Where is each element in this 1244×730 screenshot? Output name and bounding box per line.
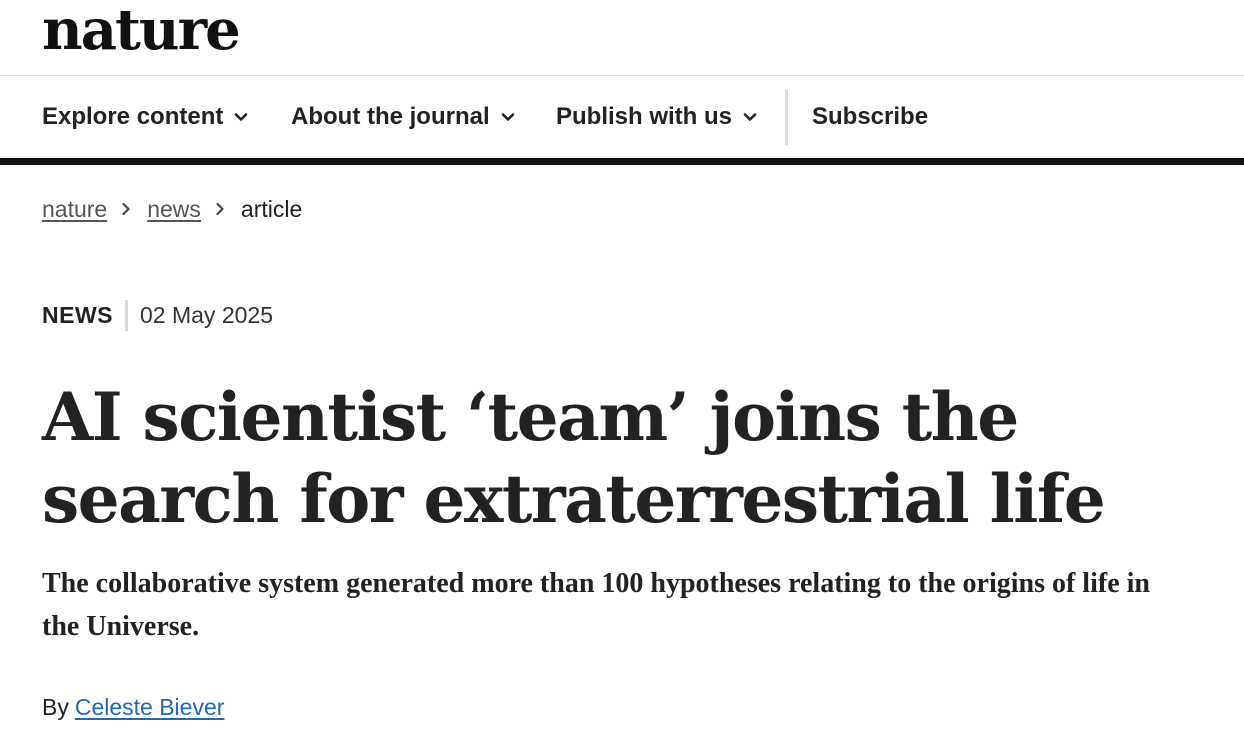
author-link[interactable]: Celeste Biever — [75, 694, 225, 720]
article-byline: By Celeste Biever — [42, 694, 224, 721]
nature-logo[interactable]: nature — [42, 2, 241, 58]
nav-about-journal[interactable]: About the journal — [291, 76, 516, 158]
chevron-right-icon — [122, 202, 130, 216]
article-type: NEWS — [42, 301, 113, 328]
article-title: AI scientist ‘team’ joins the search for… — [42, 378, 1106, 538]
article-standfirst: The collaborative system generated more … — [42, 568, 1150, 642]
chevron-down-icon — [501, 113, 514, 121]
chevron-right-icon — [216, 202, 224, 216]
site-header: nature — [0, 0, 1244, 76]
breadcrumb-nature-link[interactable]: nature — [42, 196, 107, 223]
article-meta: NEWS 02 May 2025 — [42, 298, 273, 332]
main-nav: Explore content About the journal Publis… — [0, 76, 1244, 158]
nav-publish-with-us-label: Publish with us — [556, 103, 733, 130]
nav-explore-content[interactable]: Explore content — [42, 76, 249, 158]
page: nature Explore content About the journal… — [0, 0, 1244, 730]
nav-about-journal-label: About the journal — [291, 103, 490, 130]
header-rule — [0, 158, 1244, 165]
nav-explore-content-label: Explore content — [42, 103, 224, 130]
article-date: 02 May 2025 — [140, 301, 273, 328]
breadcrumb: nature news article — [42, 190, 302, 228]
breadcrumb-current: article — [240, 195, 303, 222]
nav-publish-with-us[interactable]: Publish with us — [556, 76, 758, 158]
subscribe-link[interactable]: Subscribe — [812, 76, 928, 158]
meta-divider — [125, 299, 128, 331]
breadcrumb-news-link[interactable]: news — [147, 196, 201, 223]
byline-prefix: By — [42, 694, 69, 720]
nav-divider — [785, 89, 788, 145]
chevron-down-icon — [235, 113, 248, 121]
chevron-down-icon — [743, 113, 757, 121]
